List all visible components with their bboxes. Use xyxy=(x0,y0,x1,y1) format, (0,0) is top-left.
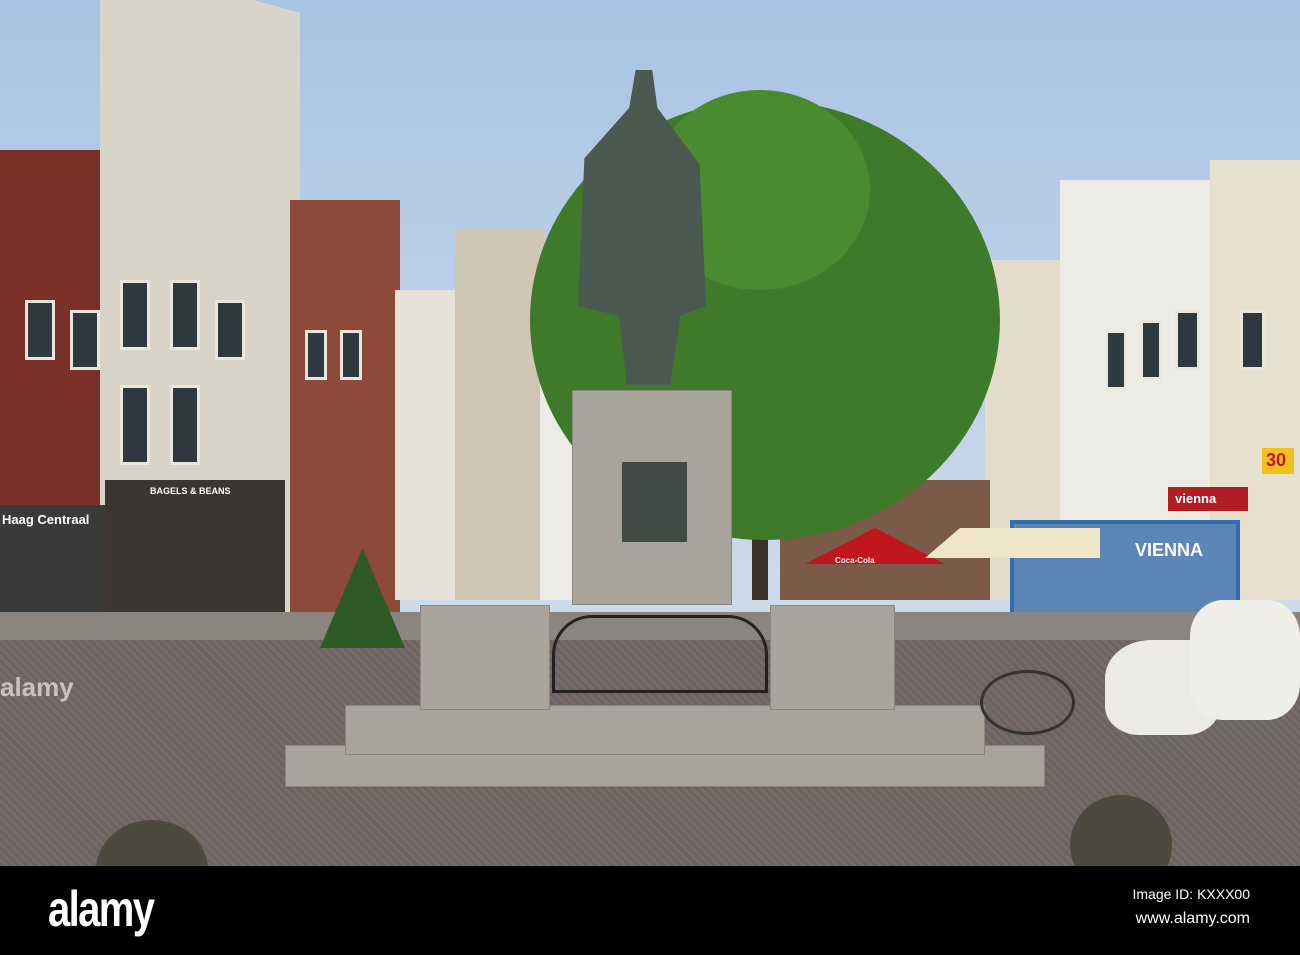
window xyxy=(120,385,150,465)
window xyxy=(1105,330,1127,390)
monument-step xyxy=(345,705,985,755)
window xyxy=(1240,310,1265,370)
bicycle xyxy=(980,670,1075,735)
sign-vienna-window: VIENNA xyxy=(1135,540,1204,560)
window xyxy=(1175,310,1200,370)
monument-wall-left xyxy=(420,605,550,710)
window xyxy=(305,330,327,380)
sign-vienna: vienna xyxy=(1175,491,1217,506)
sign-haag-centraal: Haag Centraal xyxy=(2,512,90,527)
iron-railing xyxy=(552,615,768,693)
sign-cocacola: Coca-Cola xyxy=(835,556,875,565)
window xyxy=(170,280,200,350)
window xyxy=(170,385,200,465)
shopfront-bagels xyxy=(105,480,285,615)
window xyxy=(70,310,100,370)
scooter-2 xyxy=(1190,600,1300,720)
bronze-plaque xyxy=(622,462,687,542)
building-white xyxy=(395,290,460,600)
building-beige xyxy=(455,230,545,600)
building-brick xyxy=(290,200,400,620)
window xyxy=(1140,320,1162,380)
window xyxy=(25,300,55,360)
watermark-center: alamy xyxy=(0,672,74,702)
monument-wall-right xyxy=(770,605,895,710)
alamy-url: www.alamy.com xyxy=(1135,910,1250,927)
photo: Haag Centraal BAGELS & BEANS VIENNA vien… xyxy=(0,0,1300,866)
sign-bagels-beans: BAGELS & BEANS xyxy=(150,486,231,496)
watermark-bar: alamy Image ID: KXXX00 www.alamy.com xyxy=(0,866,1300,955)
window xyxy=(340,330,362,380)
sign-30: 30 xyxy=(1266,450,1287,470)
alamy-logo: alamy xyxy=(48,881,155,937)
window xyxy=(215,300,245,360)
window xyxy=(120,280,150,350)
image-id: Image ID: KXXX00 xyxy=(1132,886,1250,902)
